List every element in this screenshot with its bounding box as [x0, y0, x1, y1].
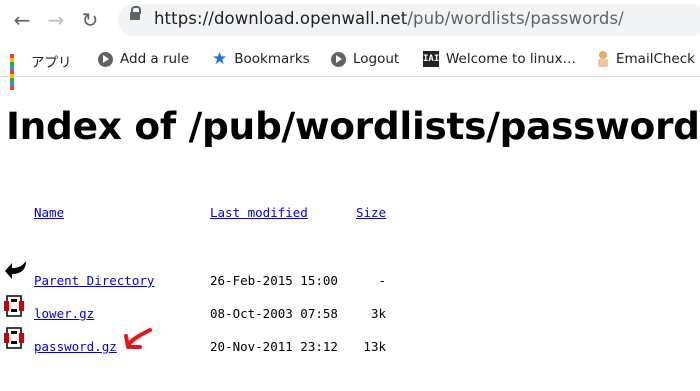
tux-icon: IAI — [423, 51, 439, 67]
bookmarks-bar: アプリ Add a rule ★ Bookmarks Logout IAI Welc… — [0, 44, 700, 90]
url-text: https://download.openwall.net/pub/wordli… — [154, 9, 624, 28]
web-store-icon — [331, 51, 346, 67]
row-size: 13k — [363, 339, 386, 354]
row-date: 08-Oct-2003 07:58 — [210, 306, 338, 321]
lock-icon — [130, 6, 141, 20]
file-link-parent-directory[interactable]: Parent Directory — [34, 273, 154, 288]
bookmark-bookmarks[interactable]: ★ Bookmarks — [212, 51, 310, 71]
file-link-password-gz[interactable]: password.gz — [34, 339, 117, 354]
forward-icon[interactable]: → — [44, 8, 68, 32]
compressed-file-icon — [4, 295, 24, 317]
emailcheck-icon — [597, 51, 609, 67]
bookmark-add-a-rule[interactable]: Add a rule — [98, 51, 189, 71]
row-date: 26-Feb-2015 15:00 — [210, 273, 338, 288]
reload-icon[interactable]: ↻ — [78, 8, 102, 32]
annotation-arrow-icon — [124, 328, 152, 349]
bookmark-emailcheck[interactable]: EmailCheck — [597, 51, 695, 71]
column-header-size[interactable]: Size — [356, 205, 386, 220]
compressed-file-icon — [4, 327, 24, 349]
browser-toolbar: ← → ↻ https://download.openwall.net/pub/… — [0, 0, 700, 40]
row-date: 20-Nov-2011 23:12 — [210, 339, 338, 354]
star-icon: ★ — [212, 49, 228, 69]
row-size: - — [378, 273, 386, 288]
web-store-icon — [98, 51, 113, 67]
column-header-last-modified[interactable]: Last modified — [210, 205, 308, 220]
bookmark-welcome-to-linux[interactable]: IAI Welcome to linux… — [423, 51, 576, 71]
file-link-lower-gz[interactable]: lower.gz — [34, 306, 94, 321]
back-icon[interactable]: ← — [10, 8, 34, 32]
page-title: Index of /pub/wordlists/passwords — [6, 104, 700, 148]
bookmark-apps[interactable]: アプリ — [10, 51, 72, 90]
apps-icon — [10, 54, 24, 90]
bookmark-logout[interactable]: Logout — [331, 51, 399, 71]
address-bar[interactable]: https://download.openwall.net/pub/wordli… — [118, 4, 700, 36]
row-size: 3k — [370, 306, 386, 321]
column-header-name[interactable]: Name — [34, 205, 64, 220]
back-arrow-icon — [5, 261, 26, 279]
